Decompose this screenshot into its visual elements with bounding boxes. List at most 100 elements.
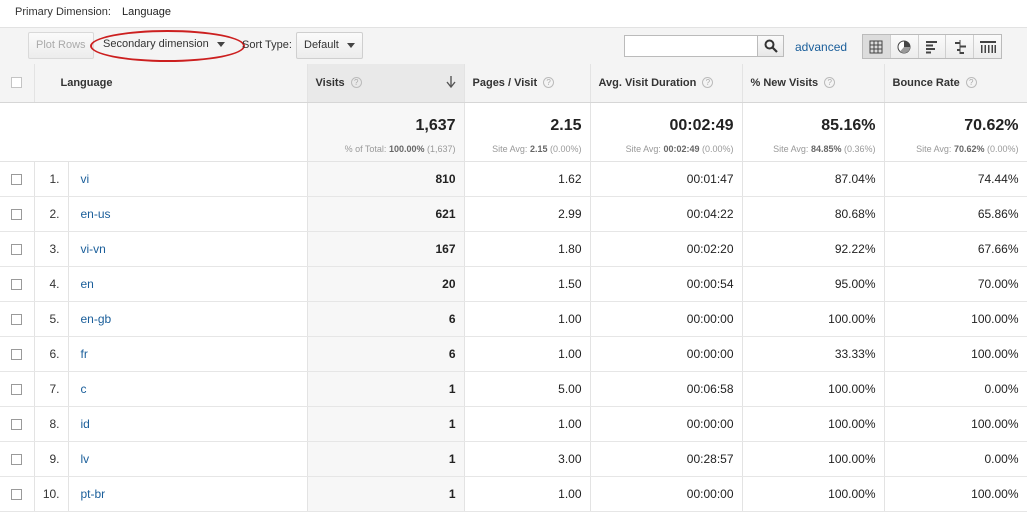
- search-button[interactable]: [757, 35, 784, 57]
- visits-cell: 1: [307, 371, 465, 407]
- bounce-rate-cell: 67.66%: [884, 231, 1027, 267]
- row-checkbox[interactable]: [11, 488, 23, 500]
- bounce-rate-cell: 65.86%: [884, 196, 1027, 232]
- column-header-pages-per-visit[interactable]: Pages / Visit?: [464, 64, 591, 103]
- language-cell: c: [68, 371, 308, 407]
- column-header-visits-label: Visits: [315, 76, 345, 89]
- avg-duration-cell: 00:00:00: [590, 336, 743, 372]
- summary-new-visits-value: 85.16%: [821, 116, 876, 134]
- visits-cell: 1: [307, 441, 465, 477]
- language-cell: en: [68, 266, 308, 302]
- select-all-checkbox[interactable]: [11, 77, 23, 89]
- bounce-rate-cell: 70.00%: [884, 266, 1027, 302]
- column-header-avg-duration[interactable]: Avg. Visit Duration?: [590, 64, 743, 103]
- visits-cell: 167: [307, 231, 465, 267]
- row-checkbox-cell: [0, 161, 35, 197]
- avg-duration-cell: 00:00:54: [590, 266, 743, 302]
- primary-dimension-value[interactable]: Language: [122, 6, 171, 18]
- pages-per-visit-cell: 1.62: [464, 161, 591, 197]
- help-icon[interactable]: ?: [350, 77, 362, 89]
- help-icon[interactable]: ?: [824, 77, 836, 89]
- sort-descending-icon: [445, 76, 456, 88]
- language-link[interactable]: en-us: [77, 207, 111, 221]
- pages-per-visit-cell: 1.80: [464, 231, 591, 267]
- column-header-language-label: Language: [60, 76, 113, 89]
- row-checkbox[interactable]: [11, 313, 23, 325]
- language-link[interactable]: en-gb: [77, 312, 112, 326]
- avg-duration-cell: 00:04:22: [590, 196, 743, 232]
- new-visits-cell: 33.33%: [742, 336, 885, 372]
- column-header-bounce-rate[interactable]: Bounce Rate?: [884, 64, 1027, 103]
- language-link[interactable]: pt-br: [77, 487, 106, 501]
- visits-cell: 1: [307, 476, 465, 512]
- table-header-row: Language Visits? Pages / Visit? Avg. Vis…: [0, 64, 1027, 103]
- row-checkbox[interactable]: [11, 418, 23, 430]
- advanced-filter-link[interactable]: advanced: [795, 40, 847, 54]
- pages-per-visit-cell: 1.00: [464, 476, 591, 512]
- language-link[interactable]: vi: [77, 172, 90, 186]
- select-all-cell: [0, 64, 35, 103]
- language-cell: pt-br: [68, 476, 308, 512]
- search-input[interactable]: [624, 35, 758, 57]
- language-link[interactable]: en: [77, 277, 94, 291]
- language-link[interactable]: lv: [77, 452, 90, 466]
- bar-view-button[interactable]: [917, 35, 946, 58]
- row-checkbox[interactable]: [11, 173, 23, 185]
- help-icon[interactable]: ?: [543, 77, 555, 89]
- column-header-duration-label: Avg. Visit Duration: [598, 76, 697, 89]
- bounce-rate-cell: 0.00%: [884, 441, 1027, 477]
- row-checkbox[interactable]: [11, 208, 23, 220]
- row-checkbox-cell: [0, 266, 35, 302]
- row-checkbox[interactable]: [11, 383, 23, 395]
- table-toolbar: Plot Rows Secondary dimension Sort Type:…: [0, 27, 1027, 64]
- comparison-view-button[interactable]: [945, 35, 973, 58]
- language-cell: lv: [68, 441, 308, 477]
- row-checkbox-cell: [0, 406, 35, 442]
- pivot-view-button[interactable]: [973, 35, 1001, 58]
- row-checkbox[interactable]: [11, 243, 23, 255]
- plot-rows-button[interactable]: Plot Rows: [28, 32, 94, 59]
- visits-cell: 20: [307, 266, 465, 302]
- summary-pages-sub: Site Avg: 2.15 (0.00%): [492, 143, 582, 154]
- language-link[interactable]: fr: [77, 347, 88, 361]
- primary-dimension-label: Primary Dimension:: [15, 6, 111, 18]
- summary-pages-value: 2.15: [550, 116, 582, 134]
- row-index: 9.: [34, 441, 69, 477]
- row-checkbox[interactable]: [11, 278, 23, 290]
- visits-cell: 6: [307, 301, 465, 337]
- row-checkbox[interactable]: [11, 348, 23, 360]
- new-visits-cell: 95.00%: [742, 266, 885, 302]
- language-cell: fr: [68, 336, 308, 372]
- language-link[interactable]: c: [77, 382, 87, 396]
- bounce-rate-cell: 100.00%: [884, 406, 1027, 442]
- row-checkbox-cell: [0, 231, 35, 267]
- new-visits-cell: 100.00%: [742, 371, 885, 407]
- language-link[interactable]: id: [77, 417, 90, 431]
- help-icon[interactable]: ?: [965, 77, 977, 89]
- column-header-visits[interactable]: Visits?: [307, 64, 465, 103]
- row-checkbox[interactable]: [11, 453, 23, 465]
- column-header-new-visits[interactable]: % New Visits?: [742, 64, 885, 103]
- pie-view-button[interactable]: [889, 35, 918, 58]
- summary-empty-cell: [0, 102, 308, 162]
- summary-bounce-cell: 70.62% Site Avg: 70.62% (0.00%): [884, 102, 1027, 162]
- table-view-button[interactable]: [863, 35, 890, 58]
- row-checkbox-cell: [0, 336, 35, 372]
- comparison-view-icon: [954, 39, 966, 54]
- visits-cell: 621: [307, 196, 465, 232]
- help-icon[interactable]: ?: [702, 77, 714, 89]
- table-row: 8. id 1 1.00 00:00:00 100.00% 100.00%: [0, 406, 1027, 442]
- sort-type-value: Default: [304, 39, 339, 51]
- pages-per-visit-cell: 1.00: [464, 336, 591, 372]
- language-link[interactable]: vi-vn: [77, 242, 106, 256]
- pivot-view-icon: [979, 40, 996, 53]
- sort-type-dropdown[interactable]: Default: [296, 32, 363, 59]
- pages-per-visit-cell: 5.00: [464, 371, 591, 407]
- row-index: 5.: [34, 301, 69, 337]
- pages-per-visit-cell: 3.00: [464, 441, 591, 477]
- column-header-language[interactable]: Language: [34, 64, 308, 103]
- table-row: 10. pt-br 1 1.00 00:00:00 100.00% 100.00%: [0, 476, 1027, 512]
- row-index: 7.: [34, 371, 69, 407]
- table-row: 9. lv 1 3.00 00:28:57 100.00% 0.00%: [0, 441, 1027, 477]
- new-visits-cell: 87.04%: [742, 161, 885, 197]
